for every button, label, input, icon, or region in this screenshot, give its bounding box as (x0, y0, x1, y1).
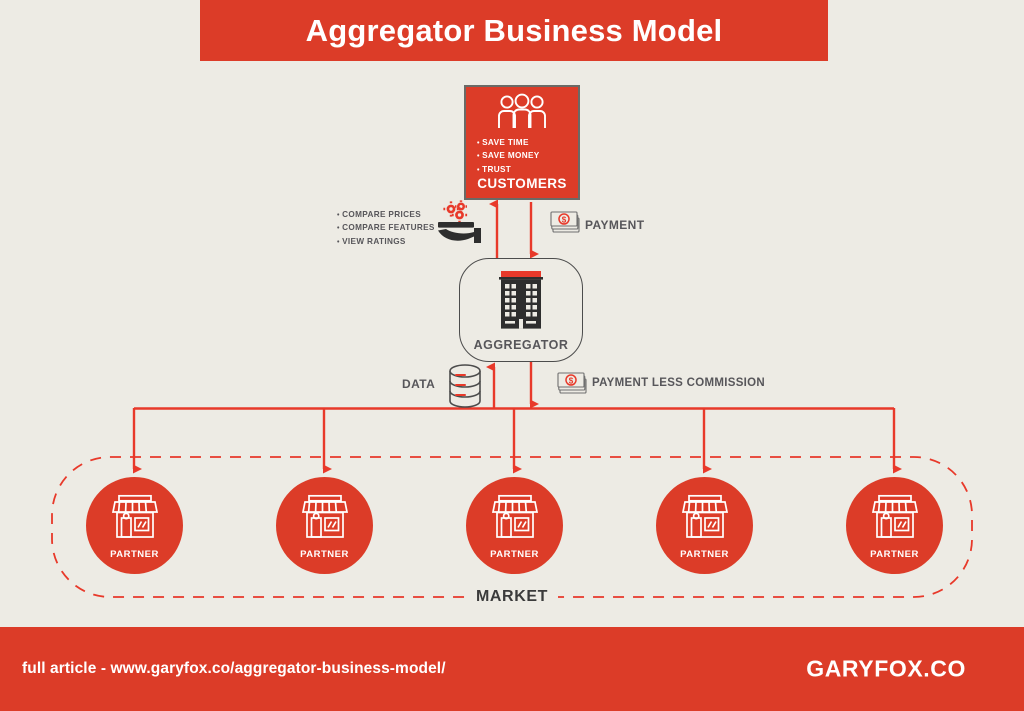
customers-benefits-list: SAVE TIME SAVE MONEY TRUST (477, 137, 540, 177)
three-people-icon (494, 93, 550, 130)
customer-activities-list: COMPARE PRICES COMPARE FEATURES VIEW RAT… (337, 209, 435, 249)
footer-brand: GARYFOX.CO (806, 655, 966, 682)
customer-activity-item: COMPARE PRICES (337, 209, 435, 222)
partner-node-5[interactable]: PARTNER (846, 477, 943, 574)
partner-node-4[interactable]: PARTNER (656, 477, 753, 574)
office-building-icon (496, 271, 546, 333)
market-label: MARKET (0, 588, 1024, 606)
page-title: Aggregator Business Model (305, 12, 723, 48)
storefront-icon (491, 494, 539, 539)
market-label-text: MARKET (465, 588, 559, 605)
title-banner: Aggregator Business Model (200, 0, 828, 61)
storefront-icon (301, 494, 349, 539)
partner-label: PARTNER (300, 549, 349, 560)
commission-flow-label: PAYMENT LESS COMMISSION (592, 377, 766, 389)
aggregator-node: AGGREGATOR (459, 258, 583, 362)
storefront-icon (681, 494, 729, 539)
hand-with-gears-icon (430, 200, 484, 245)
infographic-canvas: Aggregator Business Model • SAVE TIME • … (0, 0, 1024, 711)
svg-text:$: $ (562, 215, 567, 224)
partner-node-3[interactable]: PARTNER (466, 477, 563, 574)
customer-activity-item: VIEW RATINGS (337, 236, 435, 249)
database-icon (448, 364, 482, 408)
footer-article-link[interactable]: full article - www.garyfox.co/aggregator… (22, 660, 446, 678)
customers-node: SAVE TIME SAVE MONEY TRUST CUSTOMERS (464, 85, 580, 200)
partner-label: PARTNER (870, 549, 919, 560)
partner-label: PARTNER (680, 549, 729, 560)
customers-label: CUSTOMERS (477, 176, 567, 191)
storefront-icon (871, 494, 919, 539)
partner-label: PARTNER (110, 549, 159, 560)
banknote-icon: $ (557, 372, 590, 396)
svg-text:$: $ (569, 376, 574, 385)
banknote-icon: $ (550, 211, 583, 235)
customers-benefit-item: SAVE TIME (477, 137, 540, 150)
data-flow-label: DATA (402, 377, 436, 391)
partner-label: PARTNER (490, 549, 539, 560)
footer-bar: full article - www.garyfox.co/aggregator… (0, 627, 1024, 711)
customers-benefit-item: SAVE MONEY (477, 150, 540, 163)
partner-node-1[interactable]: PARTNER (86, 477, 183, 574)
payment-label: PAYMENT (585, 218, 645, 232)
customer-activity-item: COMPARE FEATURES (337, 222, 435, 235)
aggregator-label: AGGREGATOR (473, 338, 569, 352)
storefront-icon (111, 494, 159, 539)
partner-node-2[interactable]: PARTNER (276, 477, 373, 574)
